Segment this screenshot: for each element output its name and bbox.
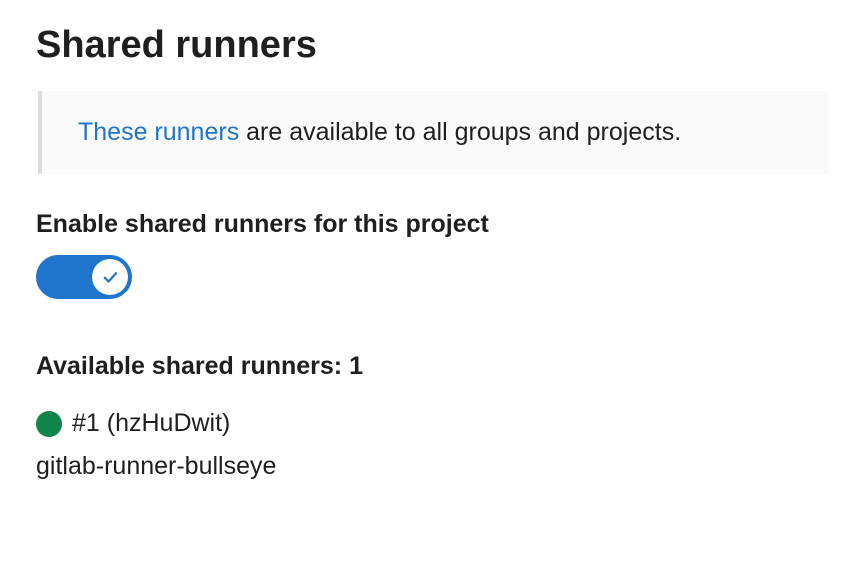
info-box: These runners are available to all group… [38,91,828,174]
available-runners-label: Available shared runners: 1 [36,352,828,381]
available-count: 1 [349,352,363,380]
status-dot-icon [36,411,62,437]
enable-shared-runners-label: Enable shared runners for this project [36,210,828,239]
available-prefix: Available shared runners: [36,352,349,380]
enable-shared-runners-toggle[interactable] [36,255,132,299]
these-runners-link[interactable]: These runners [78,118,239,146]
check-icon [101,268,119,286]
page-title: Shared runners [36,24,828,67]
runner-name: gitlab-runner-bullseye [36,452,828,481]
runner-id: #1 (hzHuDwit) [72,409,230,438]
info-box-rest: are available to all groups and projects… [239,118,681,146]
info-box-text: These runners are available to all group… [78,115,792,150]
toggle-knob [92,259,128,295]
runner-row: #1 (hzHuDwit) [36,409,828,438]
